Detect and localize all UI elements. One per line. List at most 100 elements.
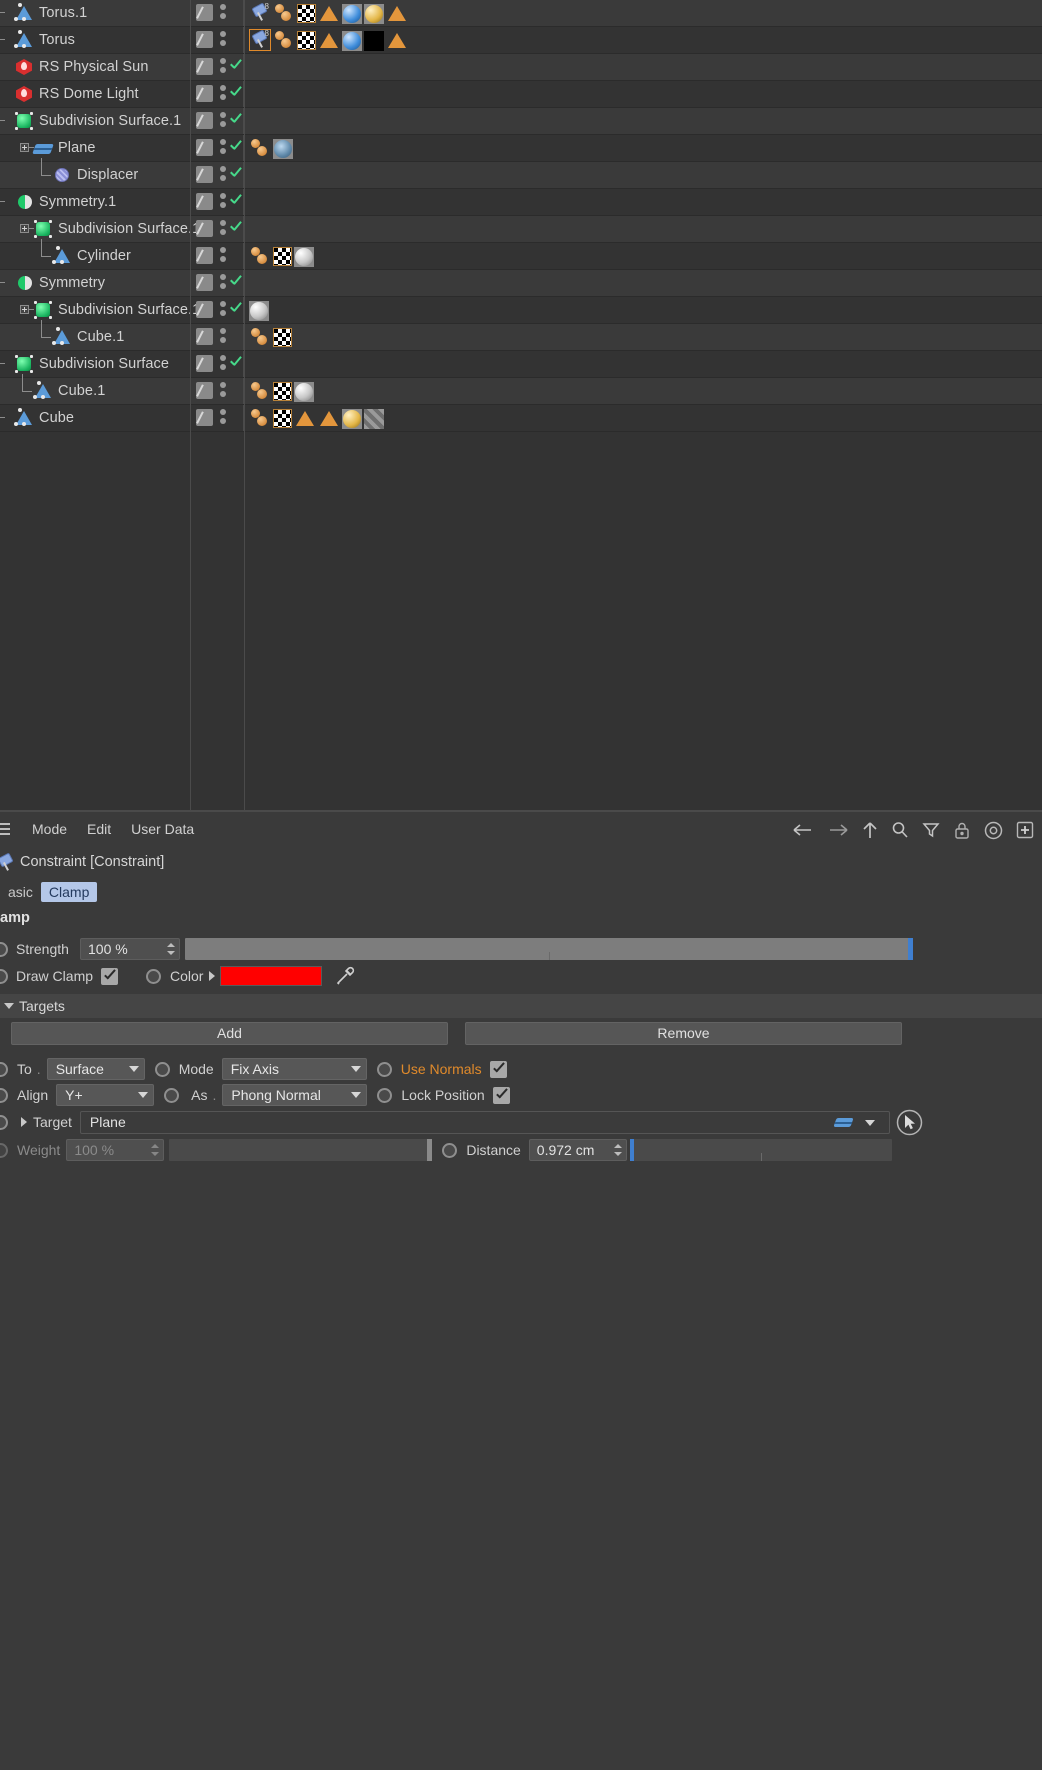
distance-slider[interactable] bbox=[629, 1139, 892, 1161]
tree-connector[interactable] bbox=[0, 81, 14, 107]
weight-animate-dot[interactable] bbox=[0, 1142, 8, 1158]
visibility-dots-icon[interactable] bbox=[219, 328, 227, 346]
object-visibility-cell[interactable] bbox=[190, 0, 244, 26]
object-name-cell[interactable]: Cube bbox=[0, 405, 190, 431]
object-tag-triangle[interactable] bbox=[386, 29, 408, 51]
object-name-cell[interactable]: Subdivision Surface.1 bbox=[0, 216, 209, 242]
object-row[interactable]: Subdivision Surface.1 bbox=[0, 216, 1042, 243]
object-tag-checker[interactable] bbox=[273, 327, 292, 347]
object-tag-area[interactable] bbox=[244, 81, 1042, 107]
object-tag-sphere-gold[interactable] bbox=[342, 408, 362, 429]
plus-box-icon[interactable] bbox=[1016, 821, 1034, 839]
object-row[interactable]: Subdivision Surface.1 bbox=[0, 108, 1042, 135]
object-tag-area[interactable] bbox=[244, 378, 1042, 404]
targets-collapse-arrow-icon[interactable] bbox=[4, 1003, 14, 1009]
enabled-check-icon[interactable] bbox=[229, 59, 243, 73]
object-visibility-cell[interactable] bbox=[190, 108, 244, 134]
tree-connector[interactable] bbox=[19, 374, 33, 404]
enabled-check-icon[interactable] bbox=[229, 194, 243, 208]
tree-connector[interactable] bbox=[0, 405, 14, 431]
as-select[interactable]: Phong Normal bbox=[222, 1084, 368, 1106]
editor-visibility-icon[interactable] bbox=[196, 31, 213, 48]
object-tag-checker[interactable] bbox=[273, 408, 292, 428]
visibility-dots-icon[interactable] bbox=[219, 31, 227, 49]
weight-spinner-icon[interactable] bbox=[150, 1143, 160, 1157]
object-row[interactable]: Displacer bbox=[0, 158, 1042, 189]
object-tag-displacement-map[interactable] bbox=[273, 138, 293, 159]
object-tag-area[interactable] bbox=[244, 54, 1042, 80]
object-row[interactable]: Symmetry.1 bbox=[0, 189, 1042, 216]
mode-select[interactable]: Fix Axis bbox=[221, 1058, 367, 1080]
object-row[interactable]: RS Dome Light bbox=[0, 81, 1042, 108]
object-row[interactable]: RS Physical Sun bbox=[0, 54, 1042, 81]
editor-visibility-icon[interactable] bbox=[196, 58, 213, 75]
object-visibility-cell[interactable] bbox=[190, 297, 244, 323]
object-name-cell[interactable]: Torus.1 bbox=[0, 0, 190, 26]
enabled-check-icon[interactable] bbox=[229, 113, 243, 127]
back-arrow-icon[interactable] bbox=[792, 822, 814, 838]
remove-target-button[interactable]: Remove bbox=[465, 1021, 902, 1045]
add-target-button[interactable]: Add bbox=[11, 1021, 448, 1045]
enabled-check-icon[interactable] bbox=[229, 167, 243, 181]
visibility-dots-icon[interactable] bbox=[219, 220, 227, 238]
object-row[interactable]: Subdivision Surface bbox=[0, 351, 1042, 378]
object-row[interactable]: Cylinder bbox=[0, 239, 1042, 270]
enabled-check-icon[interactable] bbox=[229, 356, 243, 370]
enabled-check-icon[interactable] bbox=[229, 221, 243, 235]
object-tag-material[interactable] bbox=[249, 380, 271, 402]
object-tag-sphere-blue[interactable] bbox=[342, 30, 362, 51]
chevron-down-icon[interactable] bbox=[350, 1066, 361, 1072]
visibility-dots-icon[interactable] bbox=[219, 4, 227, 22]
object-visibility-cell[interactable] bbox=[190, 81, 244, 107]
object-tag-triangle[interactable] bbox=[294, 407, 316, 429]
object-tag-sphere-blue[interactable] bbox=[342, 3, 362, 24]
menu-item-mode[interactable]: Mode bbox=[32, 821, 67, 837]
object-tag-triangle[interactable] bbox=[318, 2, 340, 24]
object-visibility-cell[interactable] bbox=[190, 135, 244, 161]
tree-connector[interactable] bbox=[0, 351, 14, 377]
to-animate-dot[interactable] bbox=[0, 1061, 8, 1077]
align-animate-dot[interactable] bbox=[0, 1087, 8, 1103]
object-tag-area[interactable] bbox=[244, 324, 1042, 350]
to-select[interactable]: Surface bbox=[46, 1058, 145, 1080]
object-tag-pin[interactable]: 8 bbox=[249, 29, 271, 51]
lock-position-animate-dot[interactable] bbox=[377, 1087, 393, 1103]
object-visibility-cell[interactable] bbox=[190, 324, 244, 350]
chevron-down-icon[interactable] bbox=[138, 1092, 149, 1098]
editor-visibility-icon[interactable] bbox=[196, 274, 213, 291]
pick-object-icon[interactable] bbox=[896, 1109, 923, 1136]
strength-spinner-icon[interactable] bbox=[166, 942, 175, 956]
visibility-dots-icon[interactable] bbox=[219, 166, 227, 184]
visibility-dots-icon[interactable] bbox=[219, 301, 227, 319]
object-tag-material[interactable] bbox=[249, 137, 271, 159]
target-dropdown-chevron-icon[interactable] bbox=[864, 1119, 875, 1126]
object-visibility-cell[interactable] bbox=[190, 216, 244, 242]
object-visibility-cell[interactable] bbox=[190, 351, 244, 377]
visibility-dots-icon[interactable] bbox=[219, 355, 227, 373]
up-arrow-icon[interactable] bbox=[862, 820, 878, 840]
object-row[interactable]: Subdivision Surface.1 bbox=[0, 297, 1042, 324]
tree-connector[interactable] bbox=[38, 320, 52, 350]
tree-connector[interactable] bbox=[0, 0, 14, 26]
draw-clamp-checkbox[interactable] bbox=[101, 967, 119, 985]
object-tag-area[interactable] bbox=[244, 216, 1042, 242]
object-tag-sphere-gold[interactable] bbox=[364, 3, 384, 24]
visibility-dots-icon[interactable] bbox=[219, 112, 227, 130]
tree-connector[interactable] bbox=[0, 54, 14, 80]
object-visibility-cell[interactable] bbox=[190, 189, 244, 215]
object-tag-area[interactable] bbox=[244, 243, 1042, 269]
tree-connector[interactable] bbox=[0, 108, 14, 134]
enabled-check-icon[interactable] bbox=[229, 86, 243, 100]
object-tag-area[interactable] bbox=[244, 189, 1042, 215]
tab-basic[interactable]: asic bbox=[0, 882, 41, 902]
enabled-check-icon[interactable] bbox=[229, 302, 243, 316]
visibility-dots-icon[interactable] bbox=[219, 85, 227, 103]
editor-visibility-icon[interactable] bbox=[196, 328, 213, 345]
align-select[interactable]: Y+ bbox=[56, 1084, 155, 1106]
object-tag-triangle[interactable] bbox=[386, 2, 408, 24]
use-normals-animate-dot[interactable] bbox=[376, 1061, 392, 1077]
strength-slider-knob[interactable] bbox=[908, 938, 913, 960]
lock-position-checkbox[interactable] bbox=[492, 1086, 510, 1104]
tree-connector[interactable] bbox=[38, 239, 52, 269]
lock-icon[interactable] bbox=[953, 821, 971, 840]
